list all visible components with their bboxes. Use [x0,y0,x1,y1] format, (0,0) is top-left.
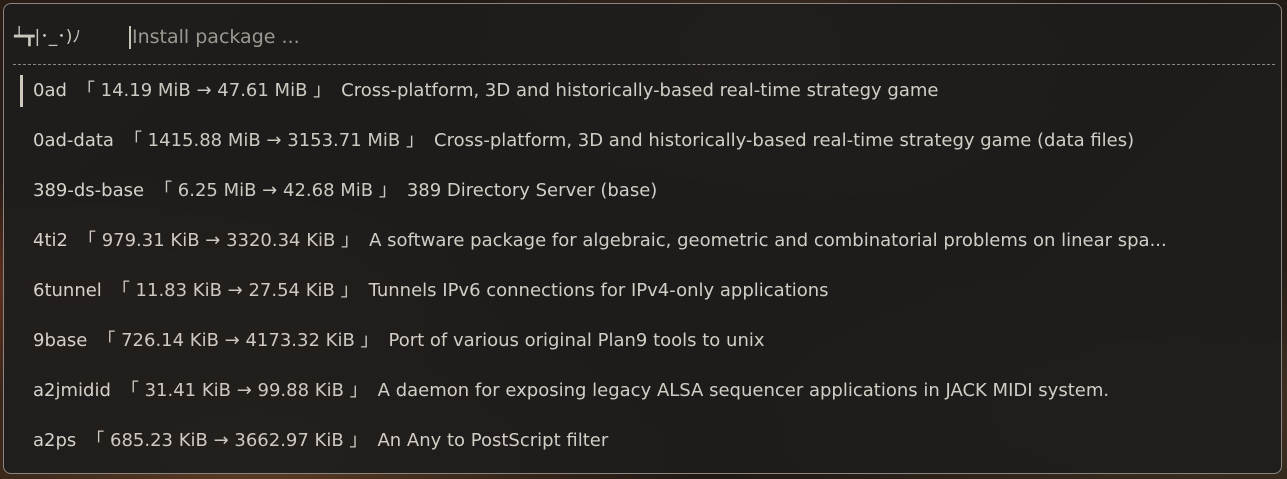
package-description: A software package for algebraic, geomet… [369,230,1167,251]
prompt-kaomoji: ┷┳|･_･)ﾉ [14,27,81,47]
divider [13,64,1275,65]
package-name: 9base [33,330,88,351]
package-description: Tunnels IPv6 connections for IPv4-only a… [368,280,829,301]
package-description: Port of various original Plan9 tools to … [388,330,765,351]
list-item[interactable]: 0ad-data 「 1415.88 MiB → 3153.71 MiB 」 Cro… [4,116,1281,166]
selection-indicator [20,75,23,107]
package-name: 0ad [33,80,67,101]
package-launcher: ┷┳|･_･)ﾉ 0ad 「 14.19 MiB → 47.61 MiB 」 Cro… [3,3,1282,474]
package-size: 「 6.25 MiB → 42.68 MiB 」 [154,180,397,201]
package-size: 「 31.41 KiB → 99.88 KiB 」 [120,380,368,401]
package-size: 「 685.23 KiB → 3662.97 KiB 」 [86,430,368,451]
package-size: 「 726.14 KiB → 4173.32 KiB 」 [97,330,379,351]
package-description: 389 Directory Server (base) [406,180,658,201]
prompt-bar: ┷┳|･_･)ﾉ [4,4,1281,64]
package-name: 0ad-data [33,130,114,151]
list-item[interactable]: 389-ds-base 「 6.25 MiB → 42.68 MiB 」 389 D… [4,166,1281,216]
package-description: Cross-platform, 3D and historically-base… [434,130,1135,151]
list-item[interactable]: 6tunnel 「 11.83 KiB → 27.54 KiB 」 Tunnels … [4,266,1281,316]
text-cursor [129,26,131,49]
package-size: 「 14.19 MiB → 47.61 MiB 」 [76,80,332,101]
package-name: a2ps [33,430,77,451]
list-item[interactable]: a2jmidid 「 31.41 KiB → 99.88 KiB 」 A daemo… [4,366,1281,416]
search-input[interactable] [132,22,1232,52]
list-item[interactable]: a2ps 「 685.23 KiB → 3662.97 KiB 」 An Any t… [4,416,1281,466]
package-size: 「 979.31 KiB → 3320.34 KiB 」 [77,230,360,251]
list-item[interactable]: 4ti2 「 979.31 KiB → 3320.34 KiB 」 A softwa… [4,216,1281,266]
package-description: An Any to PostScript filter [377,430,609,451]
package-name: a2jmidid [33,380,111,401]
package-name: 6tunnel [33,280,102,301]
package-name: 4ti2 [33,230,68,251]
package-name: 389-ds-base [33,180,145,201]
package-size: 「 11.83 KiB → 27.54 KiB 」 [111,280,359,301]
package-description: A daemon for exposing legacy ALSA sequen… [377,380,1110,401]
package-description: Cross-platform, 3D and historically-base… [341,80,939,101]
list-item[interactable]: 9base 「 726.14 KiB → 4173.32 KiB 」 Port of… [4,316,1281,366]
list-item[interactable]: 0ad 「 14.19 MiB → 47.61 MiB 」 Cross-platfo… [4,66,1281,116]
package-size: 「 1415.88 MiB → 3153.71 MiB 」 [123,130,424,151]
